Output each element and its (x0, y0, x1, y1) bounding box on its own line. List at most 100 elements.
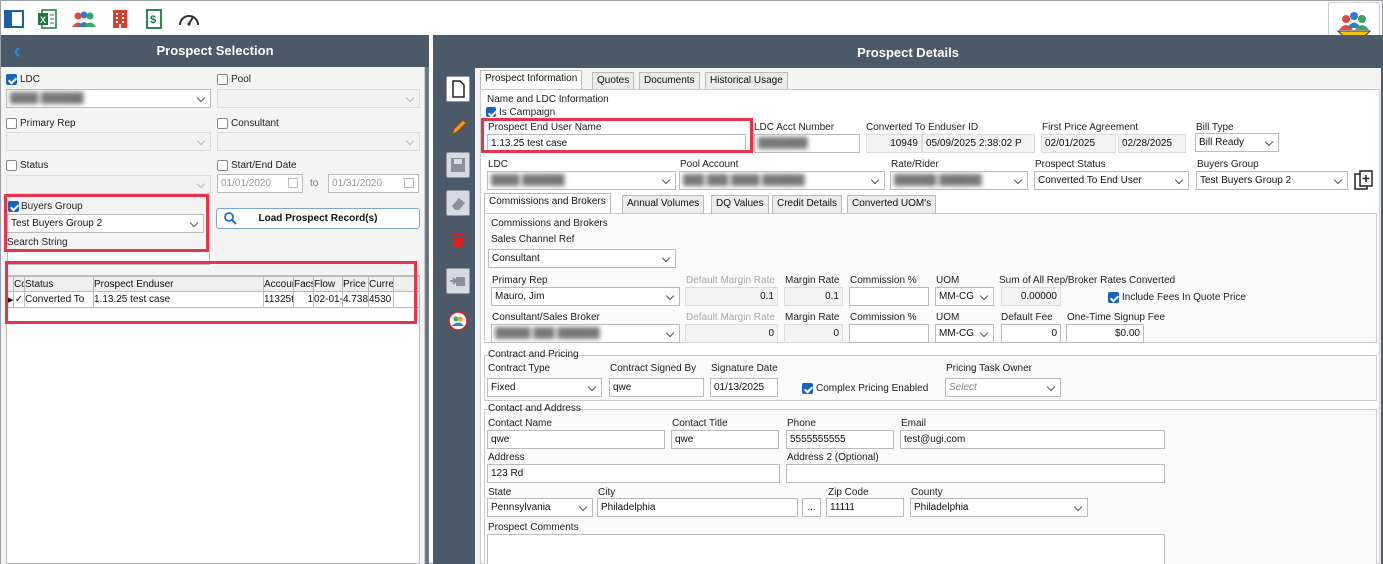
default-fee-input[interactable]: 0 (1001, 324, 1061, 343)
grid-header[interactable]: Curre (368, 276, 394, 292)
commission-input[interactable] (849, 324, 929, 343)
consultant-select[interactable] (217, 132, 420, 151)
copy-add-icon[interactable] (1353, 169, 1375, 191)
save-icon (451, 158, 465, 172)
is-campaign-checkbox[interactable] (486, 107, 496, 117)
ldc-select[interactable]: ████ ██████ (6, 89, 211, 108)
convert-button[interactable] (446, 268, 470, 294)
rate-rider-select[interactable]: ██████ ██████ (890, 171, 1028, 190)
pool-account-select[interactable]: ███ ███ ████ ██████ (679, 171, 885, 190)
calendar-icon[interactable] (404, 178, 414, 188)
calendar-icon[interactable] (288, 178, 298, 188)
primary-rep-select[interactable]: Mauro, Jim (491, 287, 680, 306)
grid-header[interactable]: Status (24, 276, 94, 292)
buyers-group-select[interactable]: Test Buyers Group 2 (1196, 171, 1348, 190)
edit-button[interactable] (446, 114, 470, 140)
load-prospect-records-button[interactable]: Load Prospect Record(s) (216, 208, 420, 229)
tab-documents[interactable]: Documents (639, 72, 700, 90)
city-lookup-button[interactable]: ... (802, 498, 821, 517)
grid-header[interactable]: Prospect Enduser (93, 276, 264, 292)
uom-select[interactable]: MM-CG (935, 287, 994, 306)
county-select[interactable]: Philadelphia (910, 498, 1088, 517)
city-input[interactable]: Philadelphia (597, 498, 798, 517)
consultant-broker-select[interactable]: █████ ███ ██████ (491, 324, 680, 343)
buyers-group-select[interactable]: Test Buyers Group 2 (7, 214, 204, 233)
grid-cell[interactable]: Converted To (24, 291, 94, 308)
tab-dq-values[interactable]: DQ Values (711, 195, 769, 213)
commission-input[interactable] (849, 287, 929, 306)
left-scrollbar[interactable] (425, 67, 429, 564)
zip-input[interactable]: 11111 (826, 498, 904, 517)
prospect-status-select[interactable]: Converted To End User (1034, 171, 1189, 190)
building-icon[interactable] (110, 9, 130, 29)
primary-rep-checkbox[interactable] (6, 118, 17, 129)
phone-input[interactable]: 5555555555 (786, 430, 894, 449)
erase-button[interactable] (446, 190, 470, 216)
search-string-input[interactable] (7, 249, 210, 265)
grid-cell[interactable]: ✓ (13, 291, 25, 308)
ldc-select[interactable]: ████ ██████ (487, 171, 676, 190)
grid-cell[interactable]: 4530 (368, 291, 394, 308)
tab-annual-volumes[interactable]: Annual Volumes (622, 195, 705, 213)
contract-signed-input[interactable]: qwe (609, 378, 704, 397)
status-checkbox[interactable] (6, 160, 17, 171)
grid-cell[interactable]: 02-01- (313, 291, 343, 308)
tab-prospect-information[interactable]: Prospect Information (480, 70, 583, 90)
bill-type-select[interactable]: Bill Ready (1195, 133, 1279, 152)
signature-date-input[interactable]: 01/13/2025 (710, 378, 778, 397)
start-end-checkbox[interactable] (217, 160, 228, 171)
tab-commissions-brokers[interactable]: Commissions and Brokers (484, 193, 611, 213)
pool-select[interactable] (217, 89, 420, 108)
contact-name-input[interactable]: qwe (487, 430, 665, 449)
status-select[interactable] (6, 175, 211, 194)
sales-channel-select[interactable]: Consultant (488, 249, 676, 268)
state-select[interactable]: Pennsylvania (487, 498, 593, 517)
ldc-checkbox[interactable] (6, 74, 17, 85)
excel-icon[interactable]: X (37, 9, 57, 29)
signup-fee-input[interactable]: $0.00 (1066, 324, 1144, 343)
contact-title-input[interactable]: qwe (671, 430, 779, 449)
tab-credit-details[interactable]: Credit Details (772, 195, 843, 213)
address2-input[interactable] (786, 464, 1165, 483)
users-icon[interactable] (71, 9, 97, 29)
tab-converted-uoms[interactable]: Converted UOM's (847, 195, 937, 213)
pricing-owner-select[interactable]: Select (945, 378, 1061, 397)
assign-users-button[interactable] (446, 308, 470, 334)
ldc-acct-input[interactable]: ███████ (754, 134, 860, 153)
address-input[interactable]: 123 Rd (487, 464, 780, 483)
consultant-checkbox[interactable] (217, 118, 228, 129)
layout-icon[interactable] (4, 9, 24, 29)
prospect-end-user-input[interactable]: 1.13.25 test case (487, 134, 746, 153)
margin-rate-input[interactable]: 0 (784, 324, 843, 343)
first-price-to[interactable]: 02/28/2025 (1118, 134, 1186, 153)
dollar-doc-icon[interactable]: $ (144, 9, 164, 29)
gauge-icon[interactable] (178, 9, 200, 29)
tab-quotes[interactable]: Quotes (592, 72, 635, 90)
buyers-group-checkbox[interactable] (8, 201, 19, 212)
uom-select[interactable]: MM-CG (935, 324, 994, 343)
grid-header[interactable]: Facs (293, 276, 314, 292)
grid-header[interactable]: Price (342, 276, 369, 292)
margin-rate-input[interactable]: 0.1 (784, 287, 843, 306)
pool-checkbox[interactable] (217, 74, 228, 85)
email-input[interactable]: test@ugi.com (900, 430, 1165, 449)
tab-historical-usage[interactable]: Historical Usage (705, 72, 788, 90)
contract-type-select[interactable]: Fixed (487, 378, 602, 397)
comments-input[interactable] (487, 534, 1165, 564)
back-arrow-icon[interactable]: ‹ (3, 37, 31, 65)
grid-header[interactable]: Flow (313, 276, 343, 292)
include-fees-checkbox[interactable] (1108, 292, 1119, 303)
grid-cell[interactable]: 1.13.25 test case (93, 291, 264, 308)
first-price-from[interactable]: 02/01/2025 (1041, 134, 1116, 153)
delete-button[interactable] (446, 228, 470, 254)
table-row[interactable]: ▶ ✓ Converted To 1.13.25 test case 11325… (7, 291, 420, 308)
complex-pricing-checkbox[interactable] (802, 383, 813, 394)
new-document-button[interactable] (446, 76, 470, 102)
grid-cell[interactable]: 11325te (263, 291, 294, 308)
primary-rep-select[interactable] (6, 132, 211, 151)
grid-header[interactable]: Accoun (263, 276, 294, 292)
grid-cell[interactable]: 1 (293, 291, 314, 308)
grid-cell[interactable]: 4.738 (342, 291, 369, 308)
grid-header[interactable]: Co (13, 276, 25, 292)
save-button[interactable] (446, 152, 470, 178)
